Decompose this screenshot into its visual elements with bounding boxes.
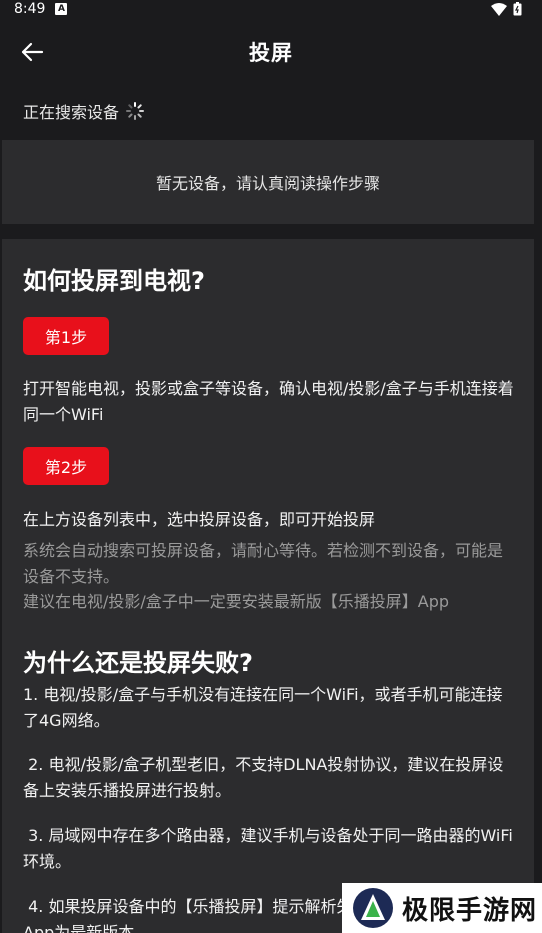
step-2-badge: 第2步 xyxy=(23,447,109,485)
device-list: 暂无设备，请认真阅读操作步骤 xyxy=(2,140,534,224)
status-bar: 8:49 A xyxy=(0,0,542,18)
empty-device-text: 暂无设备，请认真阅读操作步骤 xyxy=(155,174,380,193)
step-2-text: 在上方设备列表中，选中投屏设备，即可开始投屏 xyxy=(23,510,376,529)
watermark-logo-icon xyxy=(353,888,393,928)
back-button[interactable] xyxy=(18,38,46,66)
status-time: 8:49 xyxy=(14,1,46,17)
app-bar: 投屏 xyxy=(0,22,542,82)
faq-item: 2. 电视/投影/盒子机型老旧，不支持DLNA投射协议，建议在投屏设备上安装乐播… xyxy=(23,755,504,800)
status-right xyxy=(491,2,522,16)
watermark: 极限手游网 xyxy=(342,883,542,933)
arrow-left-icon xyxy=(21,42,44,62)
wifi-icon xyxy=(491,2,507,16)
step-1-badge: 第1步 xyxy=(23,317,109,355)
faq-item: 3. 局域网中存在多个路由器，建议手机与设备处于同一路由器的WiFi环境。 xyxy=(23,826,513,871)
status-left: 8:49 A xyxy=(14,1,68,17)
loading-spinner-icon xyxy=(126,102,145,120)
step-1-text: 打开智能电视，投影或盒子等设备，确认电视/投影/盒子与手机连接着同一个WiFi xyxy=(23,379,514,424)
searching-status: 正在搜索设备 xyxy=(23,98,145,124)
watermark-text: 极限手游网 xyxy=(402,895,538,926)
searching-label: 正在搜索设备 xyxy=(23,103,120,122)
step-2-hint-2: 建议在电视/投影/盒子中一定要安装最新版【乐播投屏】App xyxy=(23,592,450,611)
faq-title: 为什么还是投屏失败? xyxy=(23,649,253,677)
guide-panel: 如何投屏到电视? 第1步 打开智能电视，投影或盒子等设备，确认电视/投影/盒子与… xyxy=(2,239,534,933)
page-title: 投屏 xyxy=(249,41,293,65)
guide-title: 如何投屏到电视? xyxy=(23,267,205,295)
faq-item: 1. 电视/投影/盒子与手机没有连接在同一个WiFi，或者手机可能连接了4G网络… xyxy=(23,685,503,730)
notification-icon: A xyxy=(55,3,68,15)
battery-icon xyxy=(513,2,522,16)
step-2-hint-1: 系统会自动搜索可投屏设备，请耐心等待。若检测不到设备，可能是设备不支持。 xyxy=(23,541,504,586)
